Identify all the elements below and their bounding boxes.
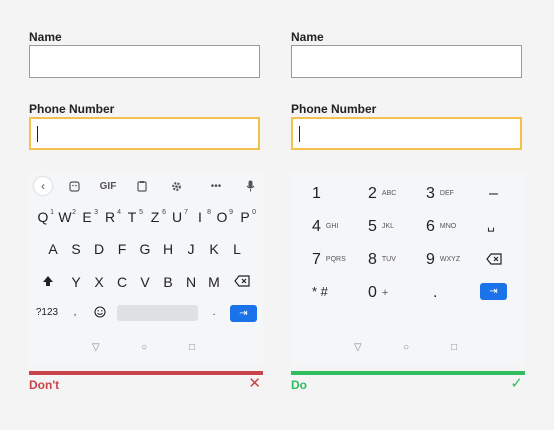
chevron-left-icon[interactable]: ‹ xyxy=(34,177,52,195)
numkey-6[interactable]: 6 MNO xyxy=(426,218,456,236)
key-e[interactable]: E3 xyxy=(80,207,98,227)
numkey-9[interactable]: 9 WXYZ xyxy=(426,251,460,269)
key-b[interactable]: B xyxy=(161,272,175,292)
numkey-8[interactable]: 8 TUV xyxy=(368,251,396,269)
numeric-keypad: 1 2 ABC 3 DEF – 4 GHI 5 JKL 6 MNO ␣ 7 PQRS 8 TU… xyxy=(291,173,525,366)
period-key[interactable]: . xyxy=(433,284,437,302)
key-v[interactable]: V xyxy=(138,272,152,292)
key-z[interactable]: Z6 xyxy=(148,207,166,227)
emoji-icon[interactable] xyxy=(92,303,108,323)
numkey-2[interactable]: 2 ABC xyxy=(368,185,396,203)
symbols-key[interactable]: ?123 xyxy=(33,303,61,323)
key-x[interactable]: X xyxy=(92,272,106,292)
text-caret xyxy=(37,126,38,142)
spacebar[interactable] xyxy=(117,305,198,321)
gif-button[interactable]: GIF xyxy=(99,177,117,195)
space-key[interactable]: ␣ xyxy=(487,218,495,232)
phone-label: Phone Number xyxy=(29,102,115,116)
name-label: Name xyxy=(29,30,62,44)
backspace-icon[interactable] xyxy=(233,272,251,292)
key-k[interactable]: K xyxy=(207,239,221,259)
nav-recents-icon[interactable]: □ xyxy=(451,342,457,353)
numkey-1[interactable]: 1 xyxy=(312,185,321,203)
do-label: Do xyxy=(291,378,307,392)
sticker-icon[interactable] xyxy=(67,177,81,195)
key-j[interactable]: J xyxy=(184,239,198,259)
nav-back-icon[interactable]: ▽ xyxy=(92,342,100,353)
key-u[interactable]: U7 xyxy=(170,207,188,227)
key-p[interactable]: P0 xyxy=(238,207,256,227)
close-icon: ✕ xyxy=(248,375,261,392)
nav-back-icon[interactable]: ▽ xyxy=(354,342,362,353)
text-caret xyxy=(299,126,300,142)
key-y[interactable]: Y xyxy=(69,272,83,292)
key-q[interactable]: Q1 xyxy=(36,207,54,227)
dont-example: Name Phone Number ‹ GIF ••• Q1 W2 E3 R 4… xyxy=(29,0,263,430)
keyboard-toolbar: ‹ GIF ••• xyxy=(29,177,263,197)
comma-key[interactable]: , xyxy=(70,303,80,323)
android-nav-bar: ▽ ○ □ xyxy=(291,342,525,356)
check-icon: ✓ xyxy=(510,375,523,392)
enter-key[interactable]: ⇥ xyxy=(480,283,507,300)
do-example: Name Phone Number 1 2 ABC 3 DEF – 4 GHI 5 JK… xyxy=(291,0,525,430)
enter-key[interactable]: ⇥ xyxy=(230,305,257,322)
android-nav-bar: ▽ ○ □ xyxy=(29,342,263,356)
period-key[interactable]: . xyxy=(210,303,218,323)
do-bar xyxy=(291,371,525,375)
key-i[interactable]: I8 xyxy=(193,207,211,227)
tab-arrow-icon: ⇥ xyxy=(239,308,248,319)
key-s[interactable]: S xyxy=(69,239,83,259)
numkey-3[interactable]: 3 DEF xyxy=(426,185,454,203)
nav-recents-icon[interactable]: □ xyxy=(189,342,195,353)
phone-field[interactable] xyxy=(29,117,260,150)
numkey-7[interactable]: 7 PQRS xyxy=(312,251,346,269)
phone-label: Phone Number xyxy=(291,102,377,116)
key-h[interactable]: H xyxy=(161,239,175,259)
dont-label: Don't xyxy=(29,378,60,392)
key-n[interactable]: N xyxy=(184,272,198,292)
dont-bar xyxy=(29,371,263,375)
nav-home-icon[interactable]: ○ xyxy=(403,342,409,353)
qwerty-keyboard: ‹ GIF ••• Q1 W2 E3 R4 T5 Z6 U7 I8 O9 P0 xyxy=(29,173,263,366)
tab-arrow-icon: ⇥ xyxy=(489,286,498,297)
nav-home-icon[interactable]: ○ xyxy=(141,342,147,353)
numkey-5[interactable]: 5 JKL xyxy=(368,218,394,236)
key-g[interactable]: G xyxy=(138,239,152,259)
key-l[interactable]: L xyxy=(230,239,244,259)
key-w[interactable]: W2 xyxy=(58,207,76,227)
key-c[interactable]: C xyxy=(115,272,129,292)
clipboard-icon[interactable] xyxy=(135,177,149,195)
phone-field[interactable] xyxy=(291,117,522,150)
name-field[interactable] xyxy=(291,45,522,78)
microphone-icon[interactable] xyxy=(243,177,257,195)
key-d[interactable]: D xyxy=(92,239,106,259)
name-label: Name xyxy=(291,30,324,44)
key-m[interactable]: M xyxy=(207,272,221,292)
numkey-4[interactable]: 4 GHI xyxy=(312,218,338,236)
gear-icon[interactable] xyxy=(169,177,183,195)
backspace-icon[interactable] xyxy=(486,252,502,270)
star-hash-key[interactable]: * # xyxy=(312,284,328,299)
key-f[interactable]: F xyxy=(115,239,129,259)
key-o[interactable]: O9 xyxy=(215,207,233,227)
numkey-0[interactable]: 0 + xyxy=(368,284,388,302)
minus-key[interactable]: – xyxy=(489,185,498,203)
key-t[interactable]: T5 xyxy=(125,207,143,227)
key-a[interactable]: A xyxy=(46,239,60,259)
name-field[interactable] xyxy=(29,45,260,78)
more-icon[interactable]: ••• xyxy=(209,177,223,195)
key-r[interactable]: R4 xyxy=(103,207,121,227)
shift-icon[interactable] xyxy=(40,272,56,292)
